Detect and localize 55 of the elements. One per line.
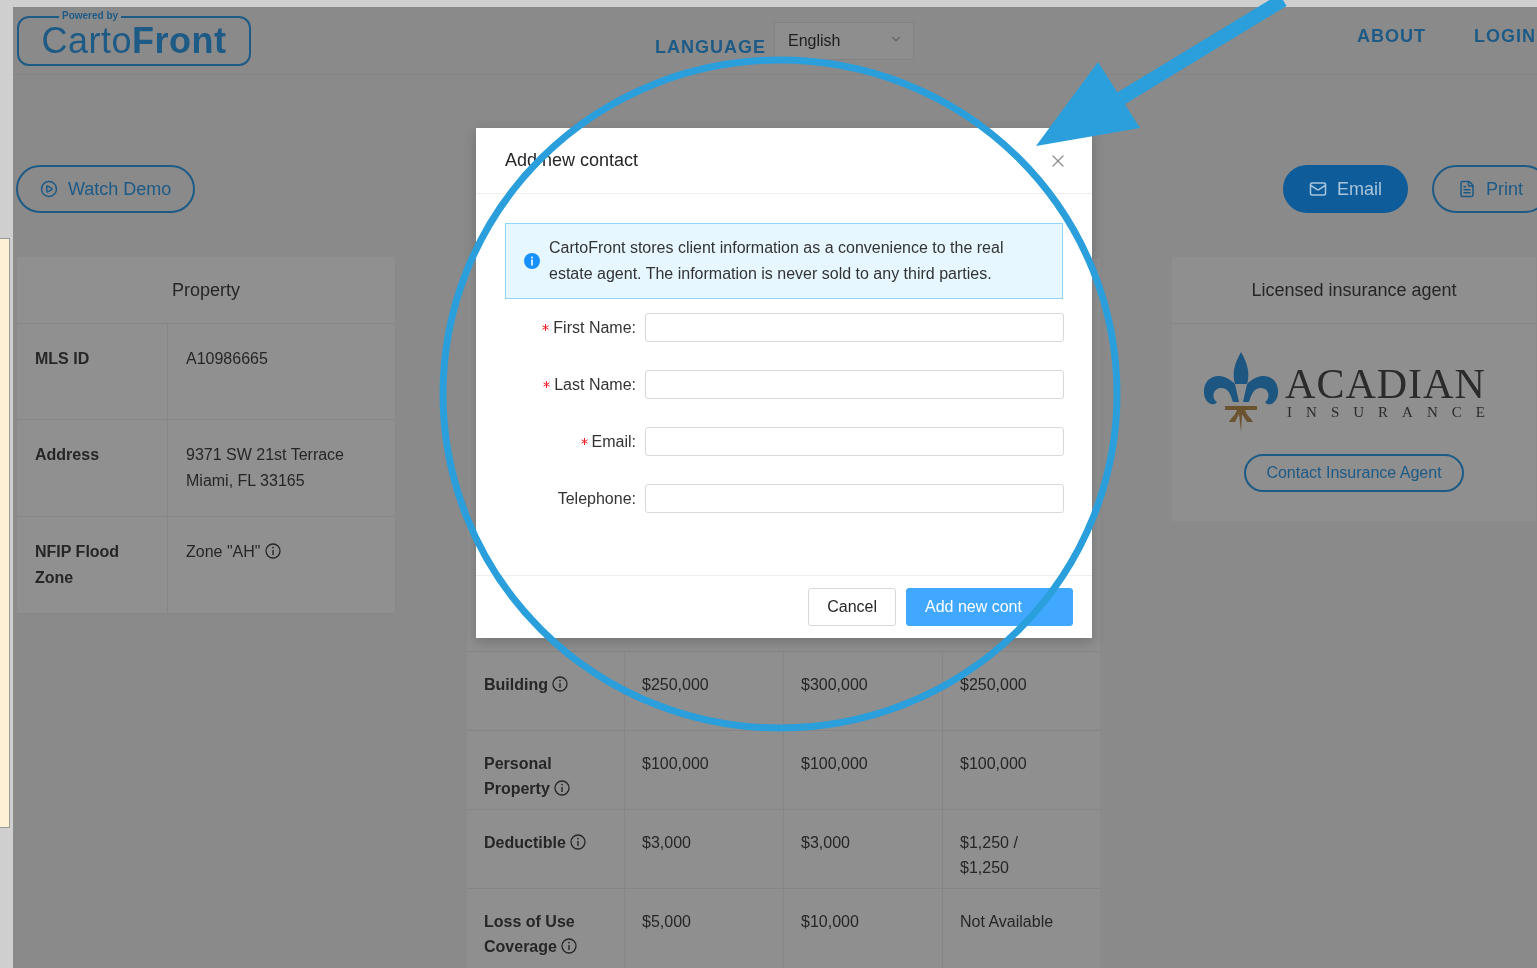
info-icon	[524, 253, 540, 269]
info-icon	[553, 780, 570, 796]
table-cell: $100,000	[625, 731, 784, 821]
field-label: Last Name:	[554, 375, 636, 394]
input-field[interactable]	[645, 370, 1064, 399]
table-cell: $3,000	[625, 810, 784, 900]
table-cell-text: Not Available	[959, 912, 1055, 932]
row-label: Personal Property	[467, 731, 625, 821]
row-label: Building	[467, 652, 625, 730]
row-value: A10986665	[185, 349, 269, 369]
print-button[interactable]: Print	[1432, 165, 1537, 213]
table-cell-text: $100,000	[959, 754, 1028, 774]
row-value: Zone "AH"	[168, 517, 395, 613]
field-label: Email:	[591, 432, 636, 451]
row-label: MLS ID	[17, 324, 168, 419]
required-mark-icon	[542, 324, 550, 331]
required-mark-icon	[543, 381, 551, 388]
info-icon	[552, 676, 568, 692]
card-title: Licensed insurance agent	[1172, 257, 1536, 324]
nav-link[interactable]: LOGIN	[1474, 26, 1536, 47]
table-cell: $3,000	[784, 810, 943, 900]
mail-icon	[1308, 180, 1327, 198]
input-field[interactable]	[645, 427, 1064, 456]
cancel-button[interactable]: Cancel	[808, 588, 896, 626]
contact-agent-button[interactable]: Contact Insurance Agent	[1244, 454, 1464, 492]
row-label: Deductible	[467, 810, 625, 900]
language-label: LANGUAGE	[655, 36, 766, 58]
brand-subtitle: INSURANCE	[1287, 403, 1499, 421]
play-icon	[40, 180, 58, 198]
field-label: First Name:	[553, 318, 636, 337]
table-cell: $100,000	[784, 731, 943, 821]
required-mark-icon	[580, 438, 588, 445]
logo-tagline: Powered by	[59, 9, 122, 21]
row-label: Address	[17, 420, 168, 516]
row-value: 9371 SW 21st Terrace Miami, FL 33165	[185, 445, 345, 491]
nav-link[interactable]: ABOUT	[1357, 26, 1426, 47]
info-icon	[569, 834, 586, 850]
language-select[interactable]: English	[774, 21, 914, 60]
table-cell-text: $1,250 / $1,250	[959, 833, 1019, 878]
field-label: Telephone:	[557, 489, 636, 508]
row-label: NFIP Flood Zone	[17, 517, 168, 613]
add-contact-button[interactable]: Add new cont	[906, 588, 1073, 626]
email-button[interactable]: Email	[1282, 165, 1408, 213]
info-icon	[560, 938, 577, 954]
info-icon	[264, 543, 281, 559]
table-cell-text: $250,000	[959, 675, 1028, 695]
watch-demo-button[interactable]: Watch Demo	[16, 165, 196, 213]
input-field[interactable]	[645, 484, 1064, 513]
brand-name: ACADIAN	[1285, 363, 1486, 404]
card-title: Property	[17, 257, 395, 324]
input-field[interactable]	[645, 313, 1064, 342]
table-cell: $300,000	[784, 652, 943, 730]
table-cell: $250,000	[625, 652, 784, 730]
document-icon	[1458, 180, 1476, 198]
notice-text: CartoFront stores client information as a convenience to the real estate agent. The information is never sold to any third parties.	[549, 238, 1005, 284]
